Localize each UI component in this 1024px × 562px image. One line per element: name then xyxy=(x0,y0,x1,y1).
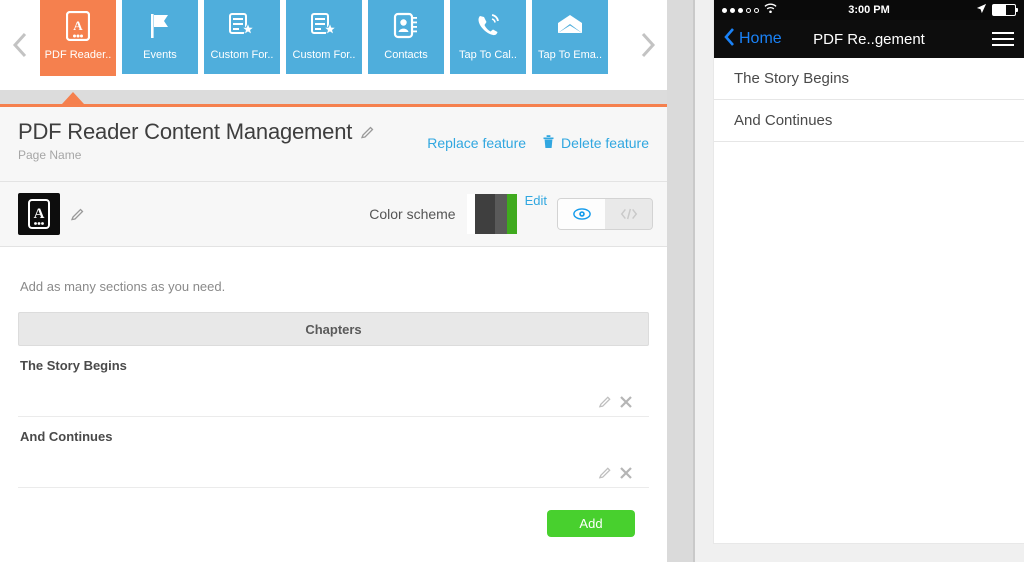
section-header-label: Chapters xyxy=(305,321,362,337)
feature-tab-pdf-reader[interactable]: A PDF Reader.. xyxy=(40,0,116,76)
feature-tab-custom-form-2[interactable]: Custom For.. xyxy=(286,0,362,74)
envelope-icon xyxy=(555,9,585,43)
edit-feature-icon-pencil-icon[interactable] xyxy=(70,207,85,222)
preview-eye-button[interactable] xyxy=(558,199,605,229)
contacts-icon xyxy=(393,9,419,43)
chevron-left-icon xyxy=(724,27,736,52)
battery-icon xyxy=(992,4,1018,16)
pdf-reader-icon: A xyxy=(66,9,90,43)
active-tab-pointer xyxy=(62,92,84,104)
row-actions xyxy=(598,466,633,480)
feature-tabs: A PDF Reader.. Events Custom For.. Custo… xyxy=(40,0,627,76)
sections-footer: Add xyxy=(18,488,649,537)
feature-tab-events[interactable]: Events xyxy=(122,0,198,74)
row-title: The Story Begins xyxy=(20,358,127,373)
feature-tab-label: Contacts xyxy=(384,49,428,61)
delete-feature-label: Delete feature xyxy=(561,135,649,151)
panel-gap xyxy=(667,0,693,562)
trash-icon xyxy=(542,134,555,152)
feature-tab-label: Events xyxy=(143,49,177,61)
feature-tab-tap-to-call[interactable]: Tap To Cal.. xyxy=(450,0,526,74)
phone-icon xyxy=(474,9,502,43)
delete-feature-link[interactable]: Delete feature xyxy=(542,134,649,152)
row-actions xyxy=(598,395,633,409)
table-row[interactable]: The Story Begins xyxy=(18,346,649,417)
app-root: A PDF Reader.. Events Custom For.. Custo… xyxy=(0,0,1024,562)
add-button[interactable]: Add xyxy=(547,510,635,537)
preview-mode-toggle xyxy=(557,198,653,230)
row-title: And Continues xyxy=(20,429,113,444)
location-arrow-icon xyxy=(976,3,987,17)
feature-tab-tap-to-email[interactable]: Tap To Ema.. xyxy=(532,0,608,74)
page-header-actions: Replace feature Delete feature xyxy=(427,134,649,152)
custom-form-icon xyxy=(228,9,256,43)
list-item[interactable]: And Continues xyxy=(714,100,1024,142)
page-title: PDF Reader Content Management xyxy=(18,119,353,144)
feature-tab-label: Tap To Ema.. xyxy=(538,49,602,61)
feature-tab-label: PDF Reader.. xyxy=(44,49,112,61)
table-row[interactable]: And Continues xyxy=(18,417,649,488)
sections-hint: Add as many sections as you need. xyxy=(20,279,226,294)
section-header-chapters: Chapters xyxy=(18,312,649,346)
code-view-button[interactable] xyxy=(605,199,652,229)
status-right xyxy=(976,3,1018,17)
replace-feature-link[interactable]: Replace feature xyxy=(427,135,526,151)
device-nav-bar: Home PDF Re..gement xyxy=(714,20,1024,58)
edit-color-scheme-link[interactable]: Edit xyxy=(525,182,547,208)
feature-icon: A xyxy=(18,193,60,235)
code-icon xyxy=(620,208,637,220)
list-item[interactable]: The Story Begins xyxy=(714,58,1024,100)
color-scheme-row: A Color scheme Edit xyxy=(0,182,667,247)
svg-text:A: A xyxy=(34,206,45,222)
flag-icon xyxy=(147,9,173,43)
color-scheme-swatch[interactable] xyxy=(466,194,517,234)
feature-tab-strip: A PDF Reader.. Events Custom For.. Custo… xyxy=(0,0,667,90)
row-edit-pencil-icon[interactable] xyxy=(598,395,612,409)
device-preview: 3:00 PM Home PDF Re..gement The Story Be… xyxy=(714,0,1024,543)
feature-tab-custom-form-1[interactable]: Custom For.. xyxy=(204,0,280,74)
color-scheme-controls: Color scheme Edit xyxy=(369,182,653,246)
device-content-list: The Story Begins And Continues xyxy=(714,58,1024,142)
nav-back-label: Home xyxy=(739,30,782,47)
tabstrip-prev-arrow-icon[interactable] xyxy=(0,0,40,90)
tabstrip-underline xyxy=(0,90,667,104)
feature-tab-label: Tap To Cal.. xyxy=(459,49,517,61)
device-status-bar: 3:00 PM xyxy=(714,0,1024,20)
feature-tab-contacts[interactable]: Contacts xyxy=(368,0,444,74)
row-delete-close-icon[interactable] xyxy=(619,466,633,480)
eye-icon xyxy=(572,208,591,220)
svg-text:A: A xyxy=(73,18,83,33)
row-edit-pencil-icon[interactable] xyxy=(598,466,612,480)
feature-tab-label: Custom For.. xyxy=(210,49,274,61)
color-scheme-label: Color scheme xyxy=(369,206,456,222)
tabstrip-next-arrow-icon[interactable] xyxy=(627,0,667,90)
sections-body: Add as many sections as you need. Chapte… xyxy=(0,247,667,537)
custom-form-icon xyxy=(310,9,338,43)
edit-title-pencil-icon[interactable] xyxy=(360,125,375,140)
row-delete-close-icon[interactable] xyxy=(619,395,633,409)
page-header: PDF Reader Content Management Page Name … xyxy=(0,107,667,182)
editor-panel: A PDF Reader.. Events Custom For.. Custo… xyxy=(0,0,667,562)
feature-tab-label: Custom For.. xyxy=(292,49,356,61)
nav-back-button[interactable]: Home xyxy=(724,27,782,52)
hamburger-icon[interactable] xyxy=(992,32,1014,46)
